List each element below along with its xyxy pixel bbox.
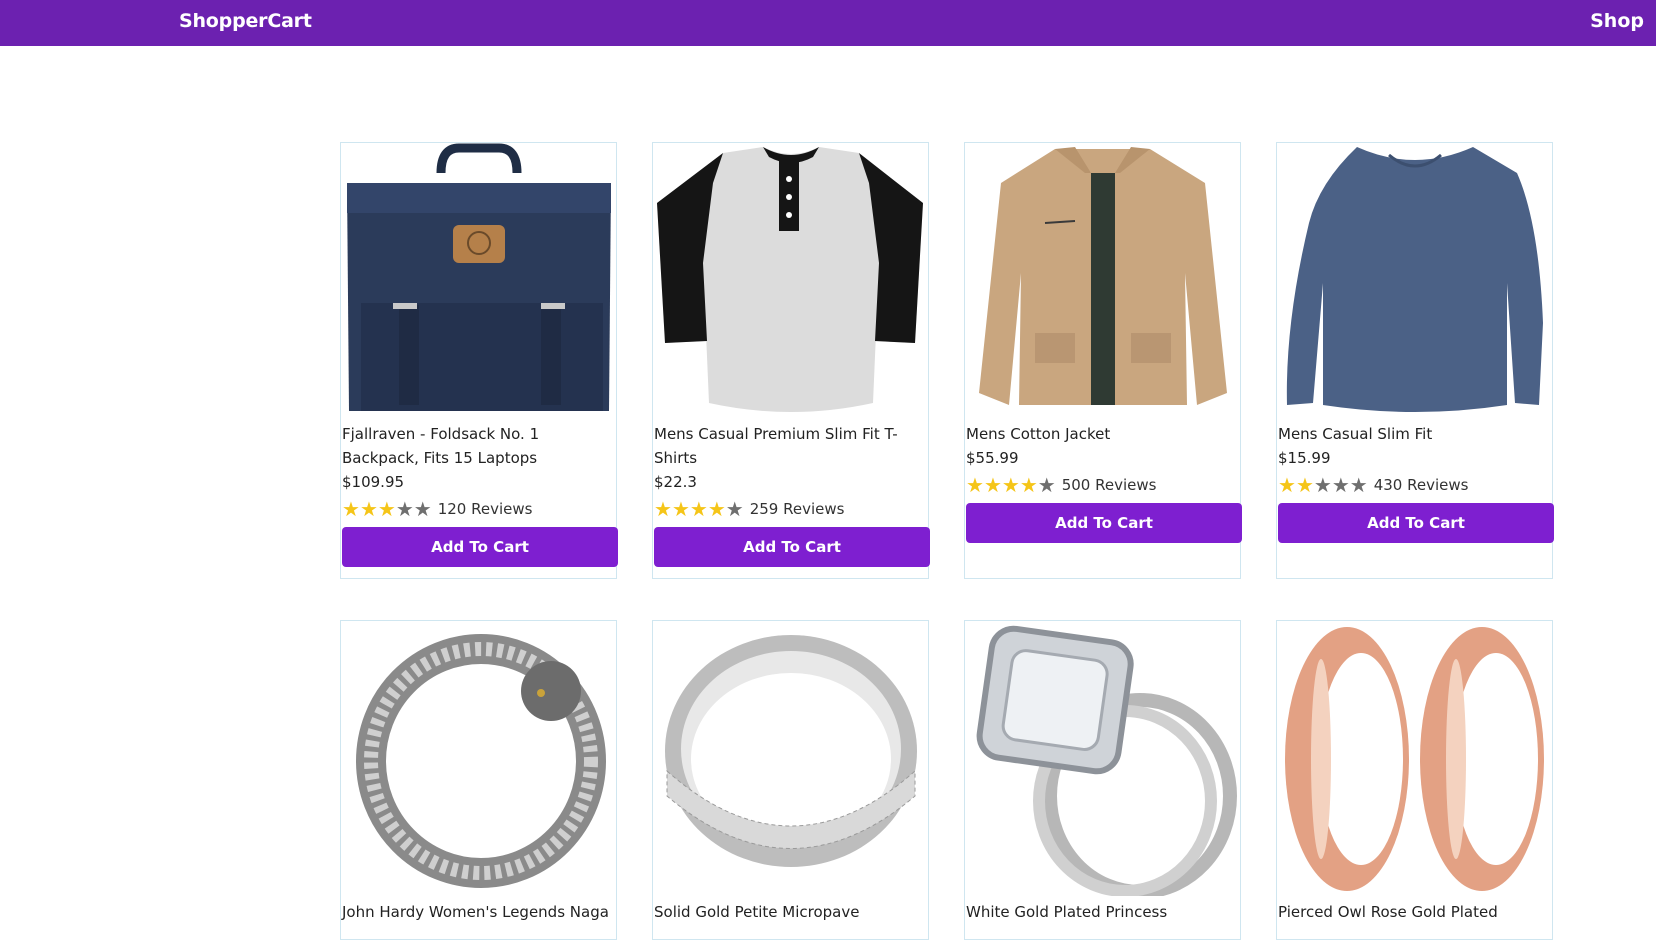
star-icon: ★ <box>654 497 672 521</box>
star-icon: ★ <box>377 497 396 521</box>
product-title[interactable]: Fjallraven - Foldsack No. 1 Backpack, Fi… <box>342 422 615 470</box>
star-icon: ★ <box>1019 473 1038 497</box>
product-card: Mens Casual Slim Fit $15.99 ★ ★ ★ ★ ★ 430 Re… <box>1276 142 1554 579</box>
star-icon: ★ <box>1278 473 1296 497</box>
review-count: 430 Reviews <box>1373 476 1469 494</box>
product-price: $22.3 <box>654 473 697 491</box>
product-title[interactable]: Pierced Owl Rose Gold Plated <box>1278 900 1551 924</box>
product-card-body: Pierced Owl Rose Gold Plated <box>1277 896 1552 924</box>
star-icon: ★ <box>413 497 432 521</box>
rating-stars: ★ ★ ★ ★ ★ <box>966 475 1056 495</box>
product-card: Pierced Owl Rose Gold Plated <box>1276 620 1553 940</box>
star-icon: ★ <box>671 497 690 521</box>
star-icon: ★ <box>395 497 414 521</box>
product-price: $55.99 <box>966 449 1019 467</box>
product-image-diamond-ring[interactable] <box>965 621 1240 896</box>
product-rating: ★ ★ ★ ★ ★ 259 Reviews <box>654 494 927 524</box>
product-card-body: Fjallraven - Foldsack No. 1 Backpack, Fi… <box>341 418 618 567</box>
rating-stars: ★ ★ ★ ★ ★ <box>342 499 432 519</box>
review-count: 120 Reviews <box>437 500 533 518</box>
star-icon: ★ <box>966 473 984 497</box>
star-icon: ★ <box>359 497 378 521</box>
product-rating: ★ ★ ★ ★ ★ 120 Reviews <box>342 494 615 524</box>
rating-stars: ★ ★ ★ ★ ★ <box>654 499 744 519</box>
product-image-ring[interactable] <box>653 621 928 896</box>
product-card: Solid Gold Petite Micropave <box>652 620 929 940</box>
product-price: $109.95 <box>342 473 405 491</box>
star-icon: ★ <box>1037 473 1056 497</box>
product-card-body: Mens Cotton Jacket $55.99 ★ ★ ★ ★ ★ 500 Revi… <box>965 418 1242 543</box>
rating-stars: ★ ★ ★ ★ ★ <box>1278 475 1368 495</box>
product-title[interactable]: Mens Cotton Jacket <box>966 422 1239 446</box>
product-title[interactable]: White Gold Plated Princess <box>966 900 1239 924</box>
product-image-plugs[interactable] <box>1277 621 1552 896</box>
product-card-body: Mens Casual Slim Fit $15.99 ★ ★ ★ ★ ★ 430 Re… <box>1277 418 1554 543</box>
star-icon: ★ <box>689 497 708 521</box>
product-image-jacket[interactable] <box>965 143 1240 418</box>
add-to-cart-button[interactable]: Add To Cart <box>342 527 618 567</box>
product-card: Mens Cotton Jacket $55.99 ★ ★ ★ ★ ★ 500 Revi… <box>964 142 1242 579</box>
star-icon: ★ <box>983 473 1002 497</box>
add-to-cart-button[interactable]: Add To Cart <box>1278 503 1554 543</box>
star-icon: ★ <box>1313 473 1332 497</box>
review-count: 500 Reviews <box>1061 476 1157 494</box>
product-rating: ★ ★ ★ ★ ★ 500 Reviews <box>966 470 1239 500</box>
product-image-bracelet[interactable] <box>341 621 616 896</box>
star-icon: ★ <box>1001 473 1020 497</box>
product-card: Fjallraven - Foldsack No. 1 Backpack, Fi… <box>340 142 618 579</box>
product-rating: ★ ★ ★ ★ ★ 430 Reviews <box>1278 470 1551 500</box>
product-title[interactable]: Mens Casual Premium Slim Fit T-Shirts <box>654 422 927 470</box>
product-title[interactable]: John Hardy Women's Legends Naga <box>342 900 615 924</box>
star-icon: ★ <box>1295 473 1314 497</box>
star-icon: ★ <box>342 497 360 521</box>
brand-logo-link[interactable]: ShopperCart <box>179 10 312 32</box>
product-card-body: John Hardy Women's Legends Naga <box>341 896 616 924</box>
review-count: 259 Reviews <box>749 500 845 518</box>
product-card-body: White Gold Plated Princess <box>965 896 1240 924</box>
product-title[interactable]: Mens Casual Slim Fit <box>1278 422 1551 446</box>
product-card: John Hardy Women's Legends Naga <box>340 620 617 940</box>
product-card-body: Mens Casual Premium Slim Fit T-Shirts $2… <box>653 418 930 567</box>
product-price: $15.99 <box>1278 449 1331 467</box>
product-card: White Gold Plated Princess <box>964 620 1241 940</box>
product-image-tshirt[interactable] <box>653 143 928 418</box>
add-to-cart-button[interactable]: Add To Cart <box>966 503 1242 543</box>
star-icon: ★ <box>1349 473 1368 497</box>
product-image-backpack[interactable] <box>341 143 616 418</box>
star-icon: ★ <box>1331 473 1350 497</box>
product-card: Mens Casual Premium Slim Fit T-Shirts $2… <box>652 142 930 579</box>
product-image-longsleeve[interactable] <box>1277 143 1552 418</box>
star-icon: ★ <box>707 497 726 521</box>
navbar: ShopperCart Shop <box>0 0 1656 46</box>
add-to-cart-button[interactable]: Add To Cart <box>654 527 930 567</box>
product-title[interactable]: Solid Gold Petite Micropave <box>654 900 927 924</box>
product-card-body: Solid Gold Petite Micropave <box>653 896 928 924</box>
shop-link[interactable]: Shop <box>1590 10 1644 32</box>
star-icon: ★ <box>725 497 744 521</box>
